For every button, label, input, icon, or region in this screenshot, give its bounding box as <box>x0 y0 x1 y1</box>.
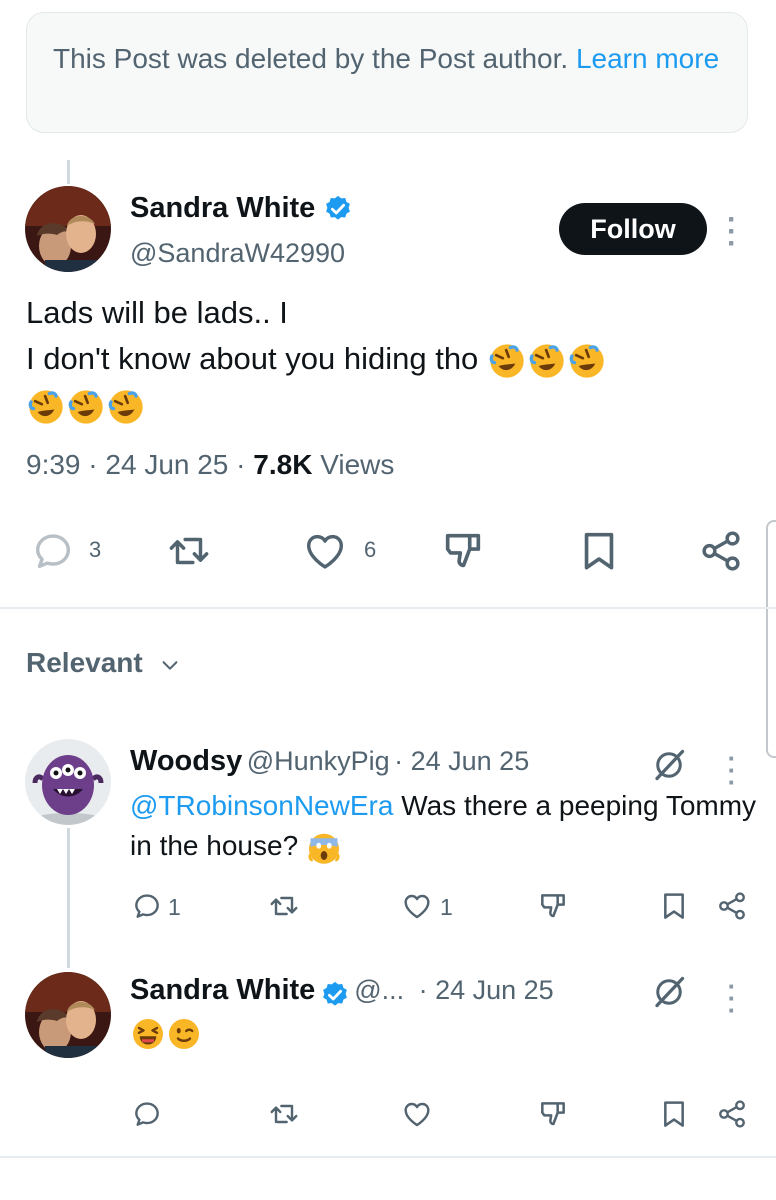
rofl-emoji-icon <box>106 387 146 427</box>
repost-icon[interactable] <box>268 1098 300 1130</box>
reply-header: Woodsy @HunkyPig · 24 Jun 25 <box>130 745 529 778</box>
divider <box>0 607 776 609</box>
author-name[interactable]: Sandra White <box>130 192 353 225</box>
learn-more-link[interactable]: Learn more <box>576 43 719 74</box>
dislike-icon[interactable] <box>440 528 486 574</box>
more-icon[interactable]: · · · <box>722 745 742 795</box>
wink-emoji-icon <box>166 1016 202 1052</box>
sort-dropdown[interactable]: Relevant <box>26 647 181 679</box>
reply-text: @TRobinsonNewEra Was there a peeping Tom… <box>130 786 760 866</box>
rofl-emoji-icon <box>26 387 66 427</box>
reply-author-name[interactable]: Sandra White <box>130 974 315 1006</box>
avatar[interactable] <box>25 186 111 272</box>
deleted-notice-text: This Post was deleted by the Post author… <box>53 43 569 74</box>
meta-separator: · <box>88 449 106 480</box>
post-time[interactable]: 9:39 <box>26 449 81 480</box>
reply-author-handle[interactable]: @... <box>354 975 404 1005</box>
repost-icon[interactable] <box>268 890 300 922</box>
reply-author-handle[interactable]: @HunkyPig <box>247 746 390 776</box>
reply-date[interactable]: · 24 Jun 25 <box>394 746 529 776</box>
share-icon[interactable] <box>716 1098 748 1130</box>
scream-emoji-icon <box>306 830 342 866</box>
reply-action[interactable] <box>30 528 76 579</box>
more-icon[interactable]: · · · <box>722 205 742 259</box>
avatar[interactable] <box>25 972 111 1058</box>
bookmark-icon[interactable] <box>658 890 690 922</box>
reply-count: 3 <box>89 537 102 562</box>
reply-icon[interactable] <box>131 1098 163 1130</box>
bookmark-icon[interactable] <box>576 528 622 574</box>
grok-icon[interactable] <box>651 747 687 783</box>
squint-laugh-emoji-icon <box>130 1016 166 1052</box>
share-icon[interactable] <box>716 890 748 922</box>
views-count: 7.8K <box>253 449 313 480</box>
scrollbar[interactable] <box>766 520 776 758</box>
verified-badge-icon <box>320 980 350 1010</box>
repost-icon[interactable] <box>166 528 212 574</box>
grok-icon[interactable] <box>651 974 687 1010</box>
sort-label[interactable]: Relevant <box>26 647 143 678</box>
like-count: 1 <box>440 894 453 920</box>
rofl-emoji-icon <box>527 341 567 381</box>
like-icon[interactable] <box>302 528 348 574</box>
reply-author-name[interactable]: Woodsy <box>130 745 242 777</box>
mention-link[interactable]: @TRobinsonNewEra <box>130 790 393 821</box>
post-text-line-1: Lads will be lads.. I <box>26 295 288 330</box>
post-meta: 9:39 · 24 Jun 25 · 7.8K Views <box>26 449 394 481</box>
post-text-line-2: I don't know about you hiding tho <box>26 341 479 376</box>
reply-icon[interactable] <box>131 890 163 922</box>
like-icon[interactable] <box>401 890 433 922</box>
dislike-icon[interactable] <box>537 1098 569 1130</box>
dislike-icon[interactable] <box>537 890 569 922</box>
post-text: Lads will be lads.. I I don't know about… <box>26 290 756 428</box>
reply-text <box>130 1016 202 1052</box>
rofl-emoji-icon <box>567 341 607 381</box>
share-icon[interactable] <box>698 528 744 574</box>
chevron-down-icon[interactable] <box>159 654 181 676</box>
meta-separator: · <box>236 449 254 480</box>
divider <box>0 1156 776 1158</box>
bookmark-icon[interactable] <box>658 1098 690 1130</box>
like-icon[interactable] <box>401 1098 433 1130</box>
thread-connector <box>67 828 70 968</box>
views-label: Views <box>320 449 395 480</box>
deleted-post-notice: This Post was deleted by the Post author… <box>26 12 748 133</box>
rofl-emoji-icon <box>487 341 527 381</box>
reply-count: 1 <box>168 894 181 920</box>
reply-header: Sandra White @... · 24 Jun 25 <box>130 974 554 1010</box>
rofl-emoji-icon <box>66 387 106 427</box>
author-handle[interactable]: @SandraW42990 <box>130 238 345 269</box>
like-count: 6 <box>364 537 377 562</box>
avatar[interactable] <box>25 739 111 825</box>
reply-date[interactable]: · 24 Jun 25 <box>419 975 554 1005</box>
follow-button[interactable]: Follow <box>559 203 707 255</box>
thread-connector <box>67 160 70 184</box>
more-icon[interactable]: · · · <box>722 973 742 1023</box>
reply-icon[interactable] <box>30 528 76 574</box>
verified-badge-icon <box>323 194 353 224</box>
post-date[interactable]: 24 Jun 25 <box>105 449 228 480</box>
